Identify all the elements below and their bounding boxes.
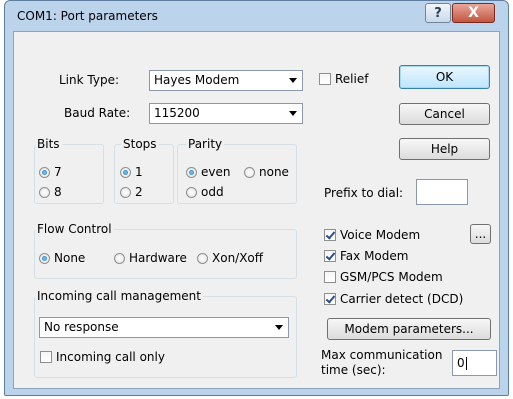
stops-label-1: 1	[135, 165, 143, 179]
parity-option-odd[interactable]: odd	[186, 185, 224, 199]
max-time-input[interactable]: 0	[452, 350, 497, 376]
radio-icon[interactable]	[114, 252, 125, 264]
baud-rate-label: Baud Rate:	[64, 106, 131, 120]
parity-option-none[interactable]: none	[244, 165, 289, 179]
title-bar: COM1: Port parameters ? X	[5, 1, 508, 31]
link-type-value: Hayes Modem	[154, 73, 240, 87]
flow-option-hardware[interactable]: Hardware	[114, 251, 187, 265]
link-type-dropdown[interactable]: Hayes Modem	[149, 70, 303, 91]
chevron-down-icon	[275, 325, 283, 330]
parity-label-odd: odd	[201, 185, 224, 199]
parity-option-even[interactable]: even	[186, 165, 230, 179]
radio-icon[interactable]	[197, 252, 208, 264]
help-question-icon[interactable]: ?	[425, 3, 451, 23]
window-title: COM1: Port parameters	[17, 9, 158, 23]
max-time-value: 0	[457, 356, 465, 370]
gsm-modem-label: GSM/PCS Modem	[340, 270, 443, 284]
bits-option-7[interactable]: 7	[39, 165, 62, 179]
carrier-detect-checkbox-box[interactable]	[324, 293, 336, 305]
flow-control-title: Flow Control	[35, 222, 114, 236]
parity-title: Parity	[186, 137, 225, 151]
link-type-label: Link Type:	[59, 73, 119, 87]
cancel-button[interactable]: Cancel	[399, 103, 490, 125]
flow-label-hardware: Hardware	[129, 251, 187, 265]
incoming-call-title: Incoming call management	[35, 289, 203, 303]
modem-parameters-button[interactable]: Modem parameters...	[327, 318, 491, 340]
radio-icon[interactable]	[244, 166, 255, 178]
gsm-modem-checkbox-box[interactable]	[324, 271, 336, 283]
flow-option-none[interactable]: None	[39, 251, 85, 265]
relief-checkbox-box[interactable]	[319, 73, 331, 85]
incoming-only-label: Incoming call only	[56, 350, 165, 364]
stops-title: Stops	[121, 137, 159, 151]
bits-option-8[interactable]: 8	[39, 185, 62, 199]
relief-label: Relief	[335, 72, 369, 86]
prefix-input[interactable]	[416, 179, 468, 205]
flow-label-none: None	[54, 251, 86, 265]
stops-option-1[interactable]: 1	[120, 165, 143, 179]
incoming-only-checkbox[interactable]: Incoming call only	[40, 350, 165, 364]
dialog-window: COM1: Port parameters ? X Link Type: Hay…	[4, 0, 509, 396]
prefix-label: Prefix to dial:	[324, 186, 404, 200]
incoming-only-checkbox-box[interactable]	[40, 351, 52, 363]
close-icon[interactable]: X	[452, 3, 495, 23]
max-time-label-line1: Max communication	[321, 348, 443, 362]
stops-label-2: 2	[135, 185, 143, 199]
baud-rate-value: 115200	[154, 106, 200, 120]
radio-icon[interactable]	[39, 252, 50, 264]
radio-icon[interactable]	[39, 166, 50, 178]
ok-button[interactable]: OK	[399, 65, 490, 89]
voice-modem-checkbox[interactable]: Voice Modem	[324, 228, 420, 242]
radio-icon[interactable]	[120, 186, 131, 198]
carrier-detect-checkbox[interactable]: Carrier detect (DCD)	[324, 292, 463, 306]
flow-option-xonxoff[interactable]: Xon/Xoff	[197, 251, 263, 265]
relief-checkbox[interactable]: Relief	[319, 72, 368, 86]
voice-modem-checkbox-box[interactable]	[324, 229, 336, 241]
help-button[interactable]: Help	[399, 138, 490, 160]
parity-label-none: none	[259, 165, 289, 179]
fax-modem-checkbox-box[interactable]	[324, 250, 336, 262]
max-time-label-line2: time (sec):	[321, 363, 386, 377]
radio-icon[interactable]	[186, 166, 197, 178]
voice-modem-more-button[interactable]: ...	[470, 224, 491, 244]
stops-option-2[interactable]: 2	[120, 185, 143, 199]
incoming-response-dropdown[interactable]: No response	[39, 317, 289, 338]
fax-modem-label: Fax Modem	[340, 249, 409, 263]
radio-icon[interactable]	[39, 186, 50, 198]
bits-label-7: 7	[54, 165, 62, 179]
bits-label-8: 8	[54, 185, 62, 199]
baud-rate-dropdown[interactable]: 115200	[149, 103, 303, 124]
flow-label-xonxoff: Xon/Xoff	[212, 251, 264, 265]
chevron-down-icon	[289, 78, 297, 83]
bits-title: Bits	[35, 137, 62, 151]
chevron-down-icon	[289, 111, 297, 116]
incoming-response-value: No response	[44, 320, 119, 334]
parity-label-even: even	[201, 165, 231, 179]
radio-icon[interactable]	[120, 166, 131, 178]
gsm-modem-checkbox[interactable]: GSM/PCS Modem	[324, 270, 443, 284]
carrier-detect-label: Carrier detect (DCD)	[340, 292, 464, 306]
fax-modem-checkbox[interactable]: Fax Modem	[324, 249, 408, 263]
text-caret	[465, 357, 467, 370]
dialog-body: Link Type: Hayes Modem Baud Rate: 115200…	[13, 31, 500, 389]
voice-modem-label: Voice Modem	[340, 228, 421, 242]
radio-icon[interactable]	[186, 186, 197, 198]
